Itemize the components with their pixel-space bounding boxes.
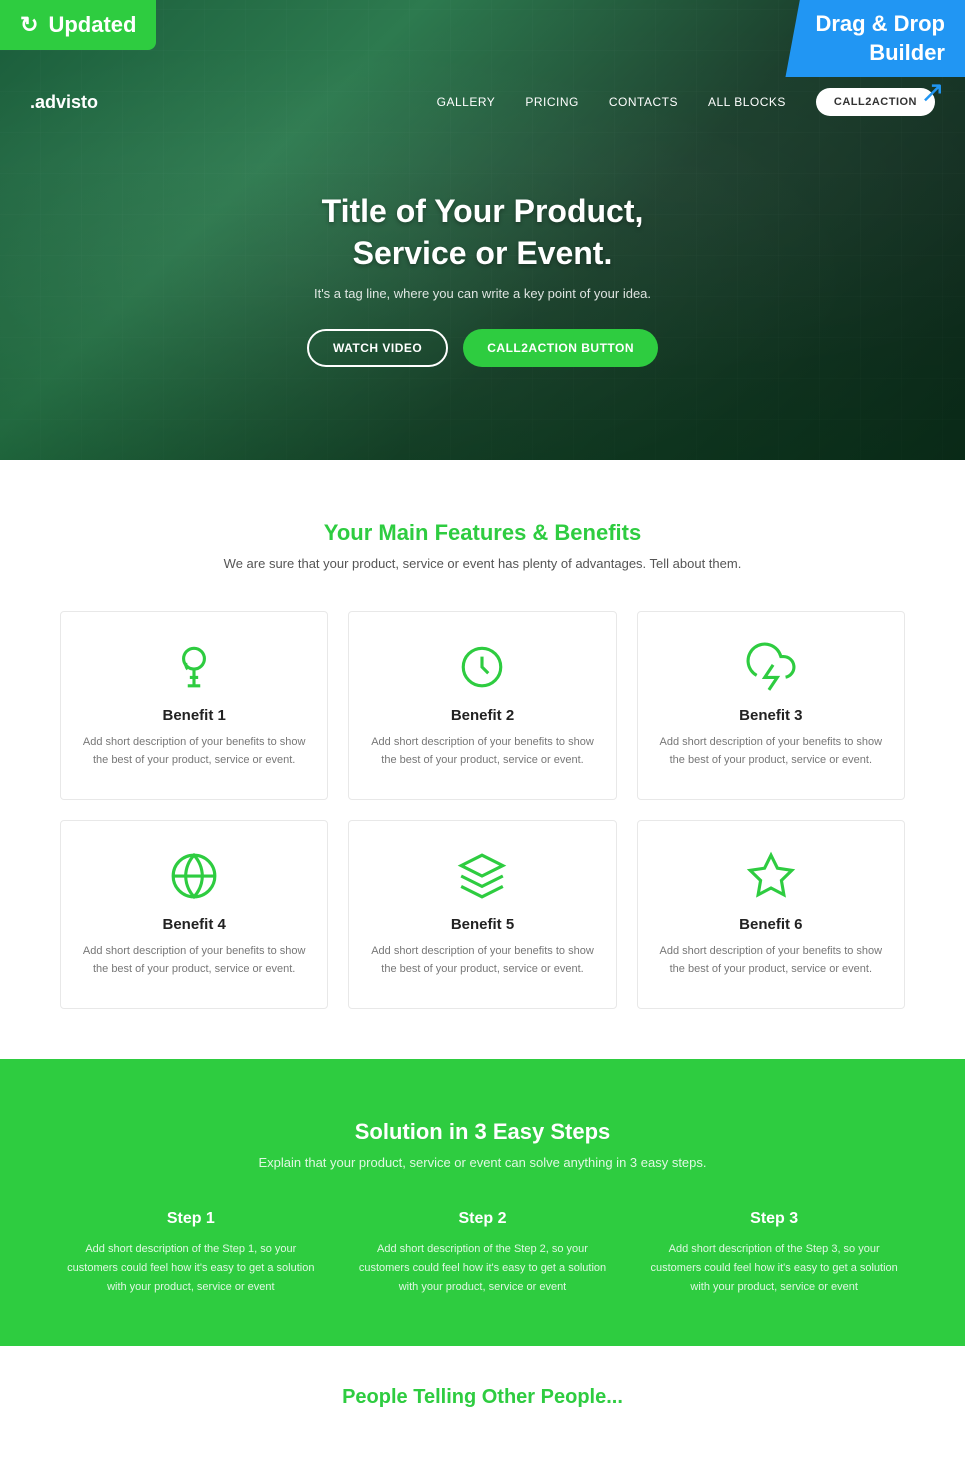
teaser-text: People Telling Other People... xyxy=(60,1386,905,1409)
step-1: Step 1 Add short description of the Step… xyxy=(60,1210,322,1296)
benefit-card-5: Benefit 5 Add short description of your … xyxy=(348,820,616,1009)
step-2: Step 2 Add short description of the Step… xyxy=(352,1210,614,1296)
watch-video-button[interactable]: WATCH VIDEO xyxy=(307,329,448,367)
hero-cta-button[interactable]: CALL2ACTION BUTTON xyxy=(463,329,658,367)
logo-suffix: to xyxy=(81,92,98,112)
features-title: Your Main Features & Benefits xyxy=(60,520,905,546)
steps-section: Solution in 3 Easy Steps Explain that yo… xyxy=(0,1059,965,1346)
star-icon xyxy=(746,851,796,901)
benefit-4-title: Benefit 4 xyxy=(81,916,307,933)
steps-grid: Step 1 Add short description of the Step… xyxy=(60,1210,905,1296)
step-1-title: Step 1 xyxy=(60,1210,322,1228)
navbar: .advisto GALLERY PRICING CONTACTS ALL BL… xyxy=(0,73,965,131)
benefit-2-title: Benefit 2 xyxy=(369,707,595,724)
updated-badge: ↻ Updated xyxy=(0,0,156,50)
step-3-desc: Add short description of the Step 3, so … xyxy=(643,1240,905,1296)
features-section: Your Main Features & Benefits We are sur… xyxy=(0,460,965,1059)
drag-drop-label: Drag & DropBuilder xyxy=(815,11,945,65)
step-3: Step 3 Add short description of the Step… xyxy=(643,1210,905,1296)
top-badges-bar: ↻ Updated Drag & DropBuilder xyxy=(0,0,965,73)
step-2-desc: Add short description of the Step 2, so … xyxy=(352,1240,614,1296)
hero-title: Title of Your Product,Service or Event. xyxy=(20,191,945,274)
benefit-3-desc: Add short description of your benefits t… xyxy=(658,734,884,769)
steps-title: Solution in 3 Easy Steps xyxy=(60,1119,905,1145)
nav-item-gallery[interactable]: GALLERY xyxy=(437,93,496,111)
benefit-1-title: Benefit 1 xyxy=(81,707,307,724)
benefit-4-desc: Add short description of your benefits t… xyxy=(81,943,307,978)
navbar-cta-button[interactable]: CALL2ACTION xyxy=(816,88,935,116)
benefit-5-desc: Add short description of your benefits t… xyxy=(369,943,595,978)
step-1-desc: Add short description of the Step 1, so … xyxy=(60,1240,322,1296)
hero-buttons: WATCH VIDEO CALL2ACTION BUTTON xyxy=(20,329,945,367)
drag-drop-badge: Drag & DropBuilder xyxy=(785,0,965,77)
nav-links: GALLERY PRICING CONTACTS ALL BLOCKS xyxy=(437,93,786,111)
benefits-grid: Benefit 1 Add short description of your … xyxy=(60,611,905,1009)
steps-subtitle: Explain that your product, service or ev… xyxy=(60,1155,905,1170)
benefit-card-1: Benefit 1 Add short description of your … xyxy=(60,611,328,800)
step-2-title: Step 2 xyxy=(352,1210,614,1228)
sync-icon: ↻ xyxy=(20,12,38,38)
cloud-lightning-icon xyxy=(746,642,796,692)
drag-drop-arrow-icon: ↗ xyxy=(920,75,945,110)
benefit-card-2: Benefit 2 Add short description of your … xyxy=(348,611,616,800)
step-3-title: Step 3 xyxy=(643,1210,905,1228)
benefit-3-title: Benefit 3 xyxy=(658,707,884,724)
bottom-teaser: People Telling Other People... xyxy=(0,1346,965,1429)
updated-label: Updated xyxy=(48,12,136,38)
logo: .advisto xyxy=(30,92,98,113)
layers-icon xyxy=(457,851,507,901)
benefit-card-6: Benefit 6 Add short description of your … xyxy=(637,820,905,1009)
hero-content: Title of Your Product,Service or Event. … xyxy=(0,131,965,407)
nav-item-contacts[interactable]: CONTACTS xyxy=(609,93,678,111)
benefit-2-desc: Add short description of your benefits t… xyxy=(369,734,595,769)
hero-tagline: It's a tag line, where you can write a k… xyxy=(20,286,945,301)
benefit-5-title: Benefit 5 xyxy=(369,916,595,933)
benefit-1-desc: Add short description of your benefits t… xyxy=(81,734,307,769)
benefit-card-3: Benefit 3 Add short description of your … xyxy=(637,611,905,800)
features-subtitle: We are sure that your product, service o… xyxy=(60,556,905,571)
benefit-6-desc: Add short description of your benefits t… xyxy=(658,943,884,978)
logo-prefix: .advis xyxy=(30,92,81,112)
benefit-6-title: Benefit 6 xyxy=(658,916,884,933)
globe-icon xyxy=(169,851,219,901)
nav-item-allblocks[interactable]: ALL BLOCKS xyxy=(708,93,786,111)
benefit-card-4: Benefit 4 Add short description of your … xyxy=(60,820,328,1009)
nav-item-pricing[interactable]: PRICING xyxy=(525,93,579,111)
lightbulb-icon xyxy=(169,642,219,692)
clock-icon xyxy=(457,642,507,692)
